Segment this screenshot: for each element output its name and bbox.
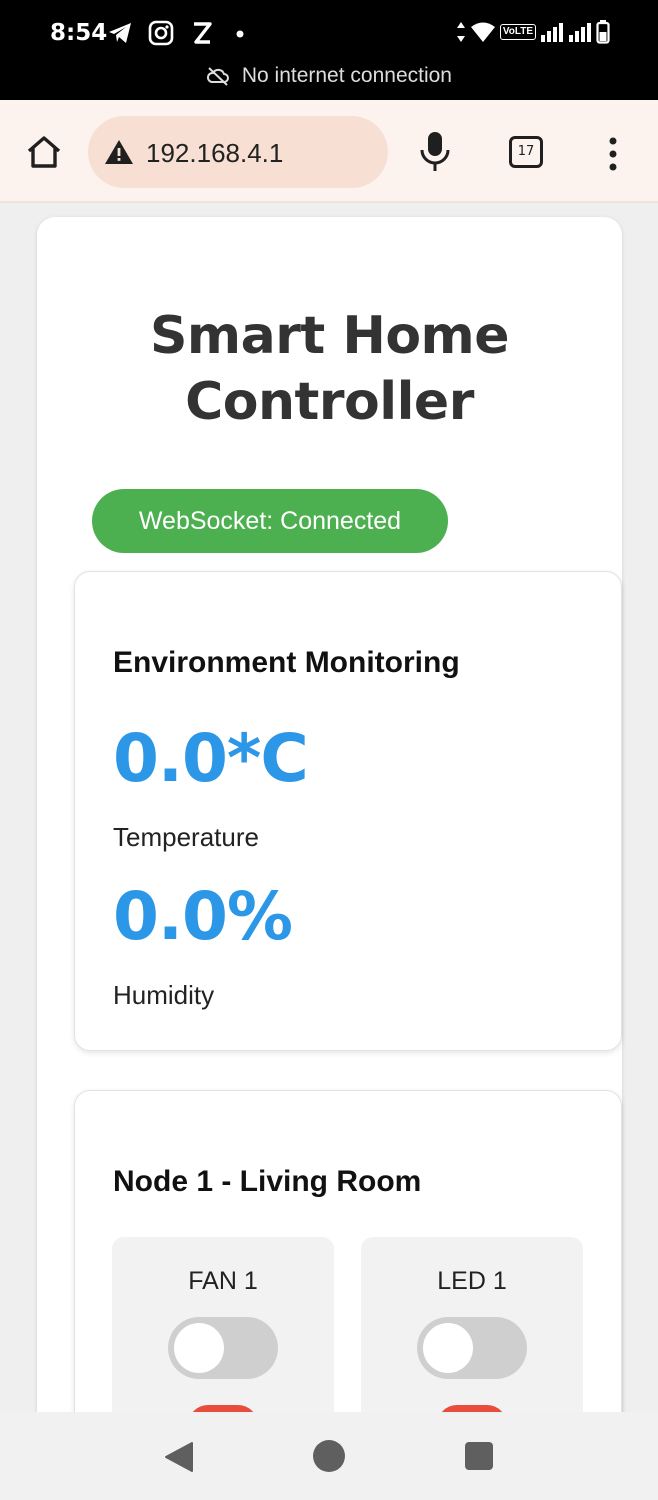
humidity-value: 0.0% — [113, 878, 293, 955]
more-vert-icon[interactable] — [604, 134, 622, 174]
status-bar: 8:54 VoLTE No internet connection — [0, 0, 658, 100]
back-icon[interactable] — [164, 1441, 194, 1473]
web-viewport: Smart Home Controller WebSocket: Connect… — [0, 205, 658, 1412]
led1-state-indicator[interactable] — [437, 1405, 507, 1412]
z-app-icon — [194, 22, 212, 44]
dot-icon — [236, 30, 244, 38]
node1-card: Node 1 - Living Room FAN 1 LED 1 — [74, 1090, 622, 1412]
home-icon[interactable] — [24, 132, 64, 172]
page-title: Smart Home Controller — [149, 306, 510, 432]
device-name: FAN 1 — [188, 1267, 258, 1295]
network-status: No internet connection — [0, 64, 658, 88]
instagram-icon — [148, 20, 174, 46]
clock: 8:54 — [50, 20, 108, 46]
fan1-toggle[interactable] — [168, 1317, 278, 1379]
battery-icon — [596, 20, 610, 44]
url-text[interactable]: 192.168.4.1 — [146, 138, 283, 169]
system-indicators: VoLTE — [456, 20, 610, 44]
node1-heading: Node 1 - Living Room — [113, 1165, 422, 1198]
device-tile-led1: LED 1 — [361, 1237, 583, 1412]
signal-2-icon — [569, 23, 591, 42]
volte-badge: VoLTE — [499, 24, 536, 40]
wifi-icon — [470, 22, 495, 42]
data-arrows-icon — [456, 22, 465, 42]
cloud-off-icon — [206, 67, 229, 87]
temperature-label: Temperature — [113, 822, 259, 852]
network-message: No internet connection — [241, 64, 452, 88]
device-tile-fan1: FAN 1 — [112, 1237, 334, 1412]
device-name: LED 1 — [437, 1267, 507, 1295]
app-container: Smart Home Controller WebSocket: Connect… — [37, 217, 622, 1412]
toggle-knob — [423, 1323, 473, 1373]
microphone-icon[interactable] — [418, 130, 452, 174]
recent-apps-icon[interactable] — [465, 1442, 493, 1470]
fan1-state-indicator[interactable] — [188, 1405, 258, 1412]
humidity-label: Humidity — [113, 980, 215, 1010]
environment-card: Environment Monitoring 0.0*C Temperature… — [74, 571, 622, 1051]
temperature-value: 0.0*C — [113, 720, 309, 797]
telegram-icon — [109, 23, 131, 43]
led1-toggle[interactable] — [417, 1317, 527, 1379]
toggle-knob — [174, 1323, 224, 1373]
home-nav-icon[interactable] — [313, 1440, 345, 1472]
tab-count: 17 — [517, 144, 535, 159]
system-nav-bar — [0, 1412, 658, 1500]
tab-switcher-button[interactable]: 17 — [509, 136, 543, 168]
warning-icon[interactable] — [104, 138, 134, 166]
address-bar[interactable]: 192.168.4.1 — [88, 116, 388, 188]
signal-1-icon — [541, 23, 563, 42]
websocket-status-badge: WebSocket: Connected — [92, 489, 448, 553]
environment-heading: Environment Monitoring — [113, 646, 460, 679]
browser-toolbar: 192.168.4.1 17 — [0, 100, 658, 203]
